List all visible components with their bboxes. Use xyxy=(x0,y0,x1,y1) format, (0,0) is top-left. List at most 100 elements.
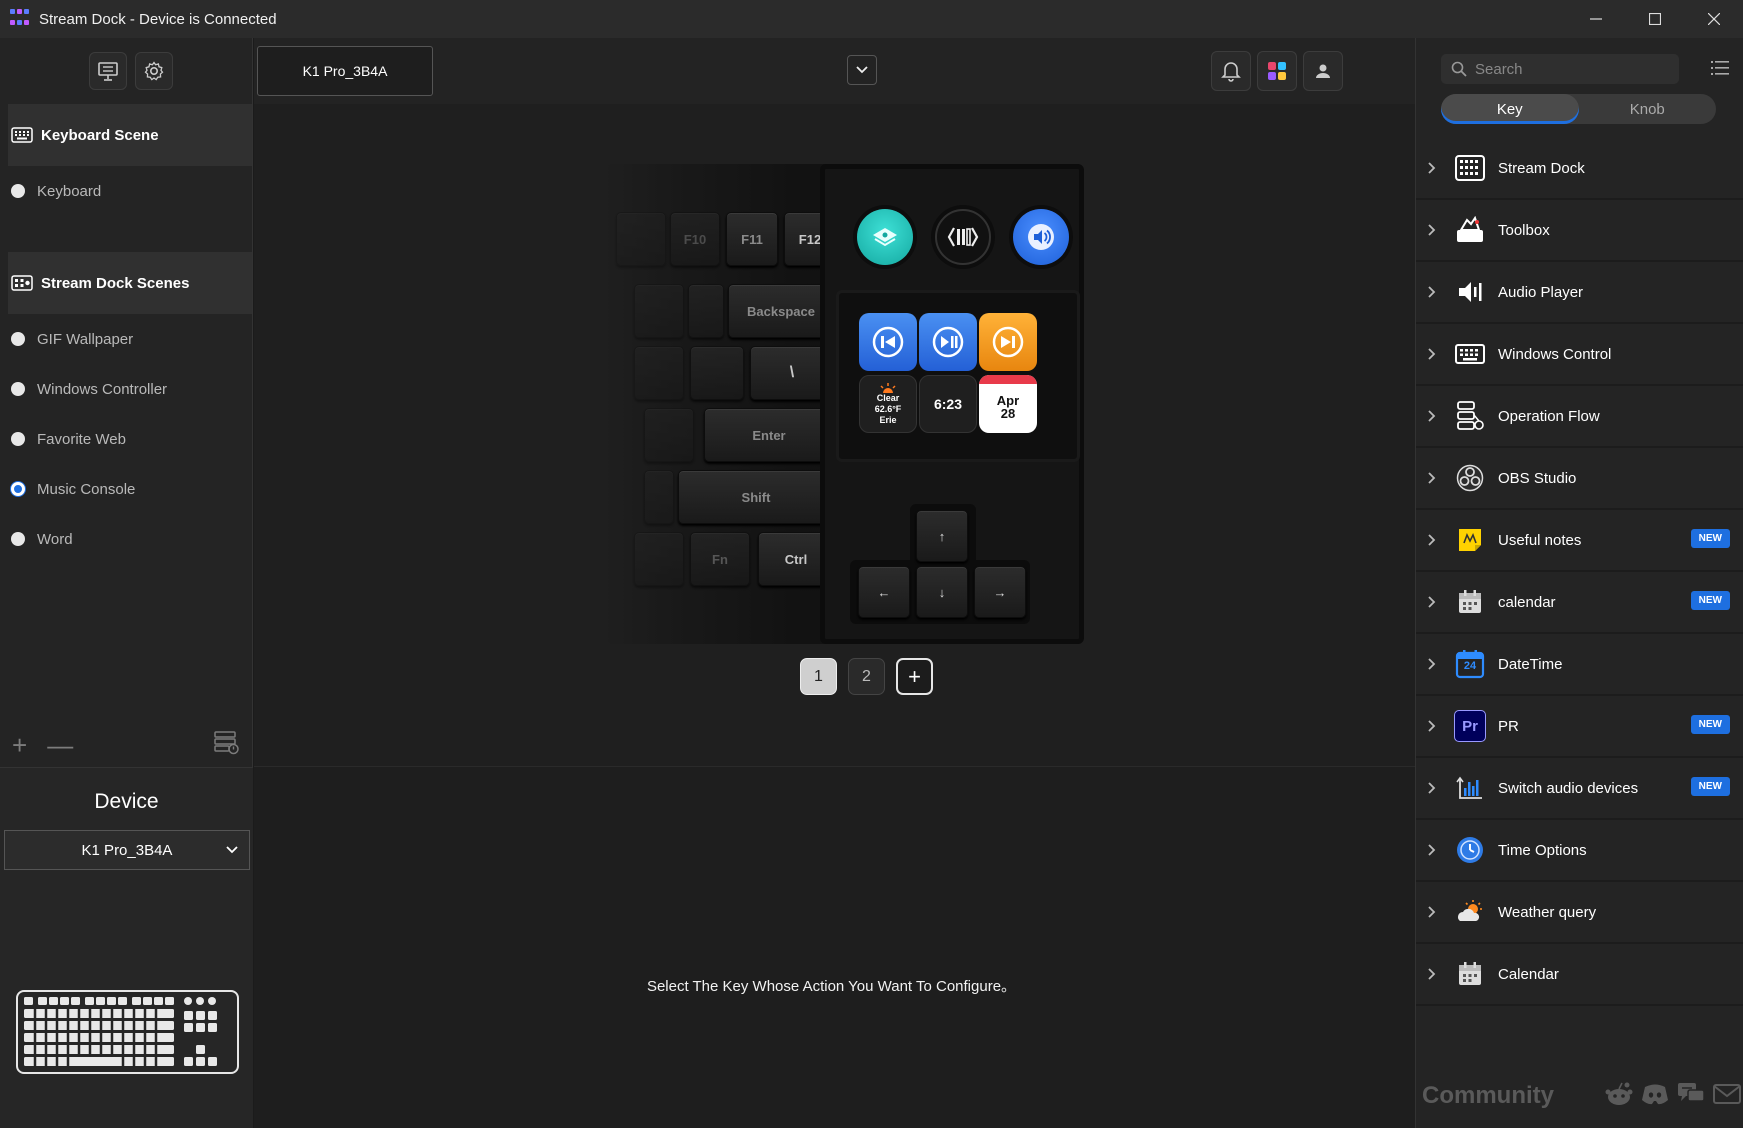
scene-label: Keyboard xyxy=(37,182,102,200)
close-button[interactable] xyxy=(1684,0,1743,38)
scene-item-favorite-web[interactable]: Favorite Web xyxy=(0,414,252,464)
plugin-name: Weather query xyxy=(1498,903,1597,921)
plugin-item-time-options[interactable]: Time Options xyxy=(1416,820,1743,882)
lcd-key-clock[interactable]: 6:23 xyxy=(919,375,977,433)
notifications-button[interactable] xyxy=(1211,51,1251,91)
tab-knob[interactable]: Knob xyxy=(1579,94,1717,124)
scenes-panel: Keyboard Scene Keyboard Stream Dock Scen… xyxy=(0,38,253,1128)
scene-item-music-console[interactable]: Music Console xyxy=(0,464,252,514)
layers-icon xyxy=(873,228,897,247)
maximize-button[interactable] xyxy=(1625,0,1684,38)
radio-button[interactable] xyxy=(11,184,25,198)
scene-item-windows-controller[interactable]: Windows Controller xyxy=(0,364,252,414)
account-button[interactable] xyxy=(1303,51,1343,91)
plugin-item-datetime[interactable]: 24 DateTime xyxy=(1416,634,1743,696)
scene-label: GIF Wallpaper xyxy=(37,330,134,348)
key-shift[interactable]: Shift xyxy=(678,470,834,524)
plugin-item-useful-notes[interactable]: Useful notes NEW xyxy=(1416,510,1743,572)
discord-icon[interactable] xyxy=(1640,1080,1670,1113)
plugin-item-pr[interactable]: Pr PR NEW xyxy=(1416,696,1743,758)
audio-switch-icon xyxy=(1454,772,1486,804)
lcd-key-weather[interactable]: Clear 62.6°F Erie xyxy=(859,375,917,433)
sticky-note-icon xyxy=(1454,524,1486,556)
lcd-key-previous[interactable] xyxy=(859,313,917,371)
settings-button[interactable] xyxy=(135,52,173,90)
plugin-item-calendar-lower[interactable]: calendar NEW xyxy=(1416,572,1743,634)
radio-button-selected[interactable] xyxy=(11,482,25,496)
weather-icon xyxy=(1454,896,1486,928)
key-f11[interactable]: F11 xyxy=(726,212,778,266)
chat-icon[interactable] xyxy=(1676,1080,1706,1113)
add-scene-button[interactable]: + xyxy=(12,732,27,758)
plugin-name: Useful notes xyxy=(1498,531,1582,549)
lcd-key-next[interactable] xyxy=(979,313,1037,371)
knob-3[interactable] xyxy=(1013,209,1069,265)
plugin-item-obs-studio[interactable]: OBS Studio xyxy=(1416,448,1743,510)
radio-button[interactable] xyxy=(11,382,25,396)
scene-library-button[interactable] xyxy=(214,730,240,760)
lcd-key-play-pause[interactable] xyxy=(919,313,977,371)
key-blank[interactable] xyxy=(616,212,666,266)
key-blank[interactable] xyxy=(634,284,684,338)
scene-tools: + — xyxy=(0,725,252,765)
chevron-down-icon xyxy=(856,66,868,74)
mail-icon[interactable] xyxy=(1712,1080,1742,1113)
plugin-item-toolbox[interactable]: Toolbox xyxy=(1416,200,1743,262)
plugin-name: PR xyxy=(1498,717,1519,735)
title-bar: Stream Dock - Device is Connected xyxy=(0,0,1743,38)
plugin-store-button[interactable] xyxy=(1257,51,1297,91)
radio-button[interactable] xyxy=(11,332,25,346)
key-arrow-up[interactable]: ↑ xyxy=(916,510,968,562)
scene-item-gif-wallpaper[interactable]: GIF Wallpaper xyxy=(0,314,252,364)
scene-item-word[interactable]: Word xyxy=(0,514,252,564)
device-select[interactable]: K1 Pro_3B4A xyxy=(4,830,250,870)
device-tab[interactable]: K1 Pro_3B4A xyxy=(257,46,433,96)
key-backspace[interactable]: Backspace xyxy=(728,284,834,338)
page-button-2[interactable]: 2 xyxy=(848,658,885,695)
key-arrow-left[interactable]: ← xyxy=(858,566,910,618)
reddit-icon[interactable] xyxy=(1604,1080,1634,1113)
plugin-item-calendar[interactable]: Calendar xyxy=(1416,944,1743,1006)
maximize-icon xyxy=(1648,13,1661,25)
premiere-icon: Pr xyxy=(1454,710,1486,742)
key-fn[interactable]: Fn xyxy=(690,532,750,586)
minimize-button[interactable] xyxy=(1566,0,1625,38)
page-button-1[interactable]: 1 xyxy=(800,658,837,695)
section-stream-dock-scenes: Stream Dock Scenes xyxy=(8,252,252,314)
key-blank[interactable] xyxy=(644,408,694,462)
key-arrow-down[interactable]: ↓ xyxy=(916,566,968,618)
knob-2[interactable] xyxy=(935,209,991,265)
new-badge: NEW xyxy=(1690,715,1730,734)
add-page-button[interactable]: + xyxy=(896,658,933,695)
radio-button[interactable] xyxy=(11,432,25,446)
plugin-item-switch-audio-devices[interactable]: Switch audio devices NEW xyxy=(1416,758,1743,820)
weather-condition: Clear xyxy=(876,392,900,403)
plugin-item-audio-player[interactable]: Audio Player xyxy=(1416,262,1743,324)
plugin-name: Toolbox xyxy=(1498,221,1550,239)
key-arrow-right[interactable]: → xyxy=(974,566,1026,618)
key-blank[interactable] xyxy=(644,470,674,524)
list-view-button[interactable] xyxy=(1711,60,1729,81)
device-dropdown-button[interactable] xyxy=(847,55,877,85)
key-bracket[interactable] xyxy=(690,346,744,400)
plugin-item-operation-flow[interactable]: Operation Flow xyxy=(1416,386,1743,448)
key-enter[interactable]: Enter xyxy=(704,408,834,462)
scene-item-keyboard[interactable]: Keyboard xyxy=(0,166,252,216)
action-config-area: Select The Key Whose Action You Want To … xyxy=(254,766,1415,1128)
tab-key[interactable]: Key xyxy=(1441,94,1579,124)
scene-manager-button[interactable] xyxy=(89,52,127,90)
search-input[interactable] xyxy=(1475,60,1665,78)
key-f10[interactable]: F10 xyxy=(670,212,720,266)
key-blank[interactable] xyxy=(634,346,684,400)
plugin-item-stream-dock[interactable]: Stream Dock xyxy=(1416,138,1743,200)
lcd-key-date[interactable]: Apr 28 xyxy=(979,375,1037,433)
key-blank[interactable] xyxy=(634,532,684,586)
key-blank[interactable] xyxy=(688,284,724,338)
plugin-item-weather-query[interactable]: Weather query xyxy=(1416,882,1743,944)
device-panel: Device K1 Pro_3B4A xyxy=(0,767,253,1128)
remove-scene-button[interactable]: — xyxy=(47,732,73,758)
stream-dock-grid-icon xyxy=(1454,152,1486,184)
plugin-item-windows-control[interactable]: Windows Control xyxy=(1416,324,1743,386)
knob-1[interactable] xyxy=(857,209,913,265)
radio-button[interactable] xyxy=(11,532,25,546)
